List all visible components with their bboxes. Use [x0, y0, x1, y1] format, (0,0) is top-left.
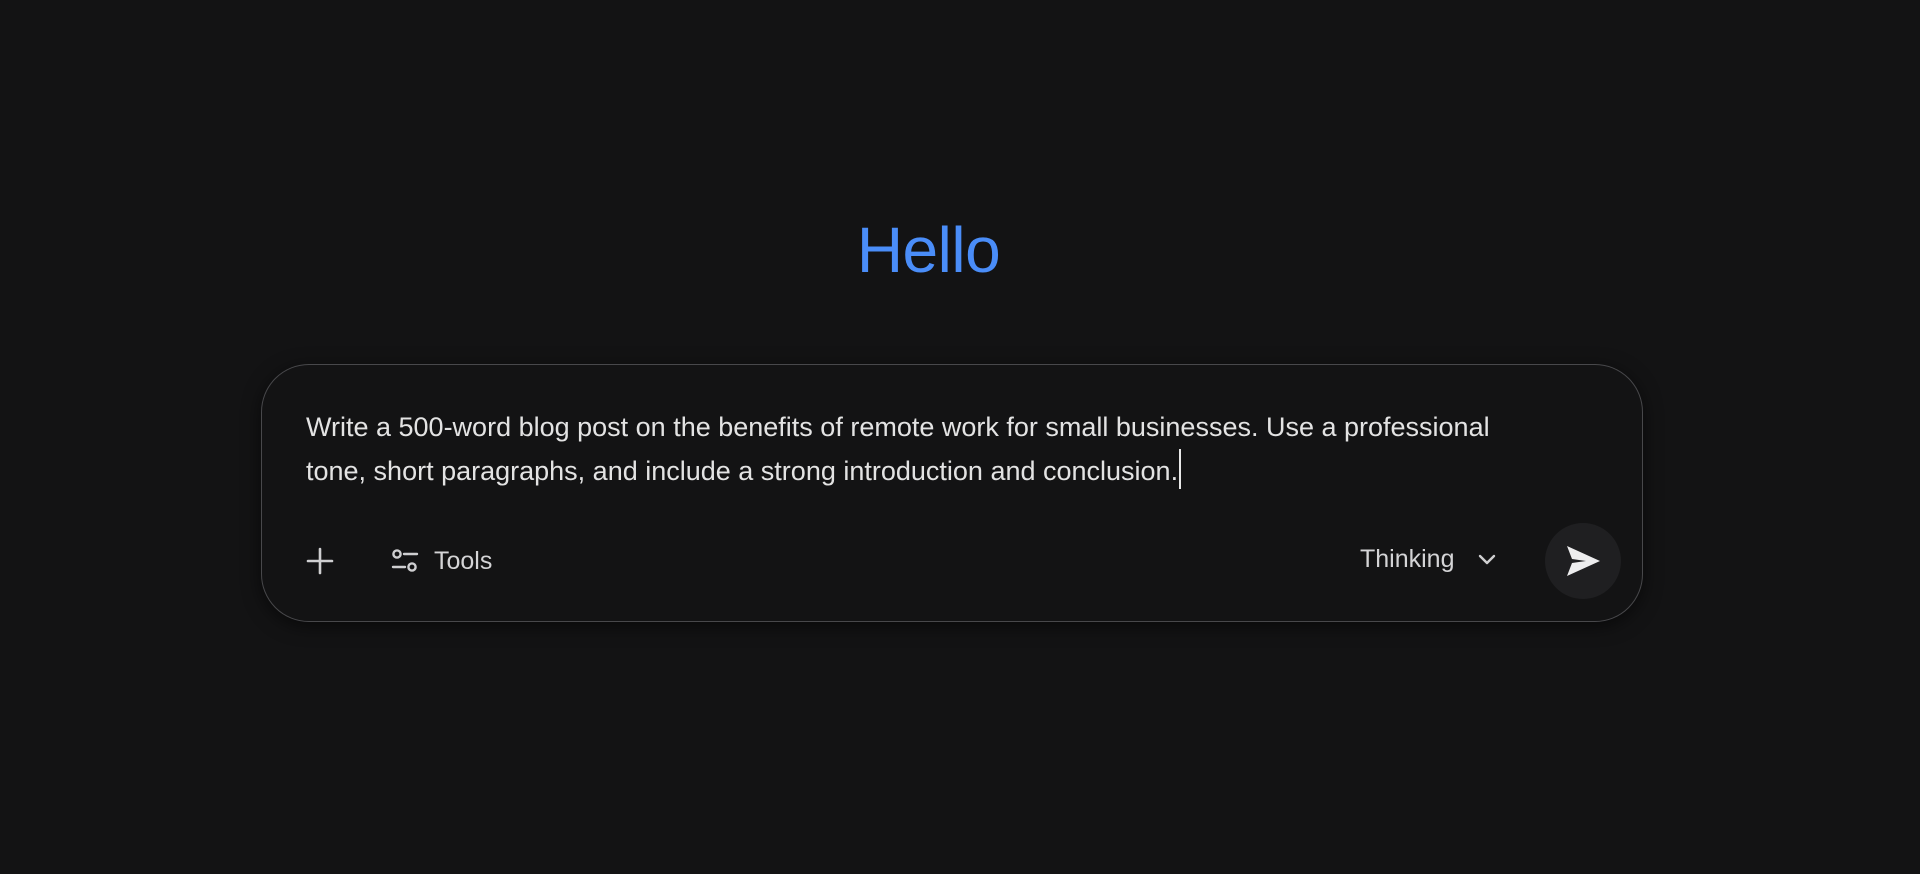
- prompt-composer: Write a 500-word blog post on the benefi…: [261, 364, 1643, 622]
- prompt-input[interactable]: Write a 500-word blog post on the benefi…: [306, 405, 1496, 493]
- chevron-down-icon: [1477, 549, 1497, 569]
- greeting-title: Hello: [856, 214, 1001, 286]
- add-attachment-button[interactable]: [298, 539, 342, 583]
- send-icon: [1564, 542, 1602, 580]
- tools-label: Tools: [434, 546, 493, 575]
- prompt-input-text: Write a 500-word blog post on the benefi…: [306, 412, 1490, 486]
- plus-icon: [305, 546, 335, 576]
- model-selector[interactable]: Thinking: [1360, 537, 1497, 581]
- model-selector-label: Thinking: [1360, 544, 1455, 573]
- app-window: Hello Write a 500-word blog post on the …: [0, 0, 1920, 874]
- sliders-icon: [390, 546, 420, 576]
- tools-button[interactable]: Tools: [390, 539, 492, 583]
- send-button[interactable]: [1545, 523, 1621, 599]
- text-caret: [1179, 449, 1182, 489]
